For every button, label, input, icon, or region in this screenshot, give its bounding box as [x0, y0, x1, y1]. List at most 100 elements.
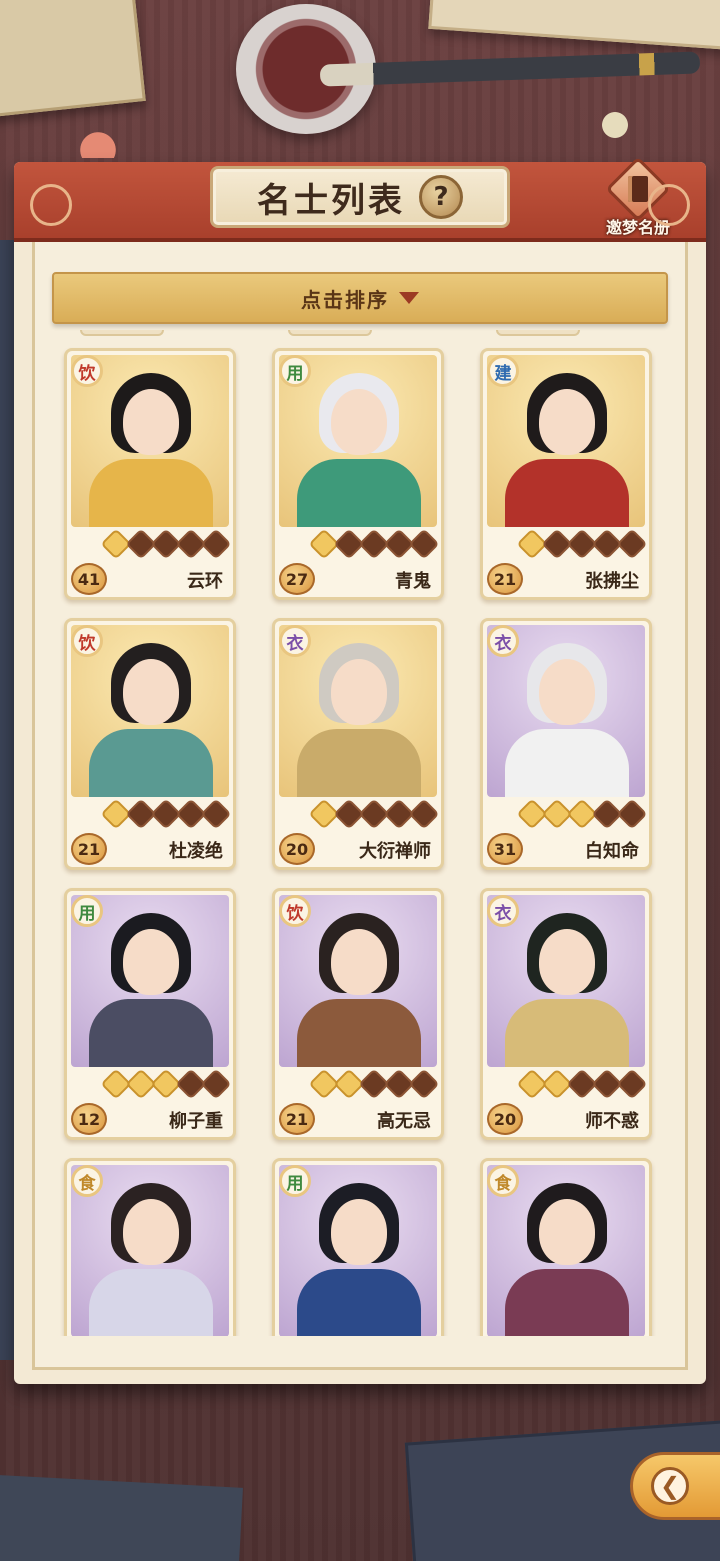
- star-rating: [100, 798, 232, 830]
- star-icon: [200, 1068, 232, 1100]
- panel-header: 名士列表 ? 邀梦名册: [14, 156, 706, 242]
- celebrity-grid-scroll[interactable]: 饮 41 云环 用 27 青鬼 建 21 张拂尘 饮 21 杜凌绝 衣 20 大衍禅师 衣 31 白知命…: [52, 330, 668, 1336]
- celebrity-card[interactable]: 建 21 张拂尘: [480, 348, 652, 600]
- portrait-face: [123, 1199, 179, 1265]
- portrait-face: [123, 659, 179, 725]
- decor-book: [0, 0, 146, 119]
- page-title: 名士列表: [257, 180, 405, 221]
- question-icon: ?: [433, 182, 449, 212]
- level-badge: 20: [279, 833, 315, 865]
- celebrity-name: 大衍禅师: [359, 841, 431, 862]
- cloth-badge-icon: 衣: [487, 895, 519, 927]
- cloth-badge-icon: 衣: [279, 625, 311, 657]
- portrait-robe: [505, 1269, 629, 1336]
- drink-badge-icon: 饮: [71, 355, 103, 387]
- sort-label: 点击排序: [301, 287, 389, 312]
- food-badge-icon: 食: [487, 1165, 519, 1197]
- portrait-face: [331, 659, 387, 725]
- portrait-robe: [89, 459, 213, 527]
- drink-badge-icon: 饮: [279, 895, 311, 927]
- celebrity-name: 高无忌: [377, 1111, 431, 1132]
- star-rating: [100, 1068, 232, 1100]
- star-rating: [308, 528, 440, 560]
- star-icon: [408, 798, 440, 830]
- portrait-face: [123, 389, 179, 455]
- star-rating: [100, 528, 232, 560]
- portrait-robe: [89, 1269, 213, 1336]
- portrait-face: [123, 929, 179, 995]
- celebrity-card[interactable]: 饮 21 高无忌: [272, 888, 444, 1140]
- star-icon: [616, 1068, 648, 1100]
- partial-card-edge: [80, 330, 164, 336]
- star-rating: [516, 1068, 648, 1100]
- portrait-robe: [297, 999, 421, 1067]
- level-badge: 21: [279, 1103, 315, 1135]
- back-button[interactable]: ❮: [630, 1452, 720, 1520]
- portrait-robe: [297, 1269, 421, 1336]
- level-badge: 21: [71, 833, 107, 865]
- celebrity-card[interactable]: 食: [480, 1158, 652, 1336]
- portrait-robe: [505, 459, 629, 527]
- triangle-down-icon: [399, 292, 419, 304]
- level-badge: 21: [487, 563, 523, 595]
- level-badge: 12: [71, 1103, 107, 1135]
- celebrity-card[interactable]: 衣 20 大衍禅师: [272, 618, 444, 870]
- level-badge: 31: [487, 833, 523, 865]
- tassel-decor: [585, 95, 645, 155]
- use-badge-icon: 用: [279, 355, 311, 387]
- celebrity-card[interactable]: 饮 41 云环: [64, 348, 236, 600]
- star-icon: [200, 528, 232, 560]
- title-plate: 名士列表 ?: [210, 166, 510, 228]
- star-icon: [408, 1068, 440, 1100]
- celebrity-name: 云环: [187, 571, 223, 592]
- celebrity-card[interactable]: 食: [64, 1158, 236, 1336]
- use-badge-icon: 用: [279, 1165, 311, 1197]
- star-rating: [308, 798, 440, 830]
- portrait-face: [539, 929, 595, 995]
- portrait-robe: [297, 729, 421, 797]
- celebrity-grid: 饮 41 云环 用 27 青鬼 建 21 张拂尘 饮 21 杜凌绝 衣 20 大衍禅师 衣 31 白知命…: [64, 348, 652, 1336]
- celebrity-name: 青鬼: [395, 571, 431, 592]
- celebrity-card[interactable]: 用 12 柳子重: [64, 888, 236, 1140]
- celebrity-card[interactable]: 用: [272, 1158, 444, 1336]
- celebrity-list-panel: 名士列表 ? 邀梦名册 点击排序 饮 41 云环 用 27 青鬼 建 21 张拂…: [14, 156, 706, 1384]
- celebrity-card[interactable]: 衣 20 师不惑: [480, 888, 652, 1140]
- celebrity-card[interactable]: 用 27 青鬼: [272, 348, 444, 600]
- level-badge: 20: [487, 1103, 523, 1135]
- help-button[interactable]: ?: [419, 175, 463, 219]
- celebrity-name: 张拂尘: [585, 571, 639, 592]
- celebrity-name: 白知命: [585, 841, 639, 862]
- book-icon: [605, 156, 671, 222]
- level-badge: 27: [279, 563, 315, 595]
- star-icon: [616, 798, 648, 830]
- flower-decor: [68, 118, 128, 158]
- portrait-robe: [505, 999, 629, 1067]
- portrait-face: [331, 929, 387, 995]
- portrait-face: [331, 1199, 387, 1265]
- celebrity-card[interactable]: 饮 21 杜凌绝: [64, 618, 236, 870]
- decor-book: [428, 0, 720, 52]
- portrait-face: [331, 389, 387, 455]
- portrait-robe: [297, 459, 421, 527]
- dream-register-button[interactable]: 邀梦名册: [592, 156, 684, 238]
- partial-card-edge: [496, 330, 580, 336]
- partial-card-edge: [288, 330, 372, 336]
- star-rating: [516, 528, 648, 560]
- star-rating: [308, 1068, 440, 1100]
- food-badge-icon: 食: [71, 1165, 103, 1197]
- star-rating: [516, 798, 648, 830]
- celebrity-card[interactable]: 衣 31 白知命: [480, 618, 652, 870]
- portrait-robe: [505, 729, 629, 797]
- portrait-face: [539, 1199, 595, 1265]
- decor-book: [0, 1474, 243, 1561]
- celebrity-name: 柳子重: [169, 1111, 223, 1132]
- level-badge: 41: [71, 563, 107, 595]
- star-icon: [408, 528, 440, 560]
- star-icon: [200, 798, 232, 830]
- portrait-robe: [89, 999, 213, 1067]
- portrait-robe: [89, 729, 213, 797]
- portrait-face: [539, 389, 595, 455]
- sort-button[interactable]: 点击排序: [52, 272, 668, 324]
- build-badge-icon: 建: [487, 355, 519, 387]
- star-icon: [616, 528, 648, 560]
